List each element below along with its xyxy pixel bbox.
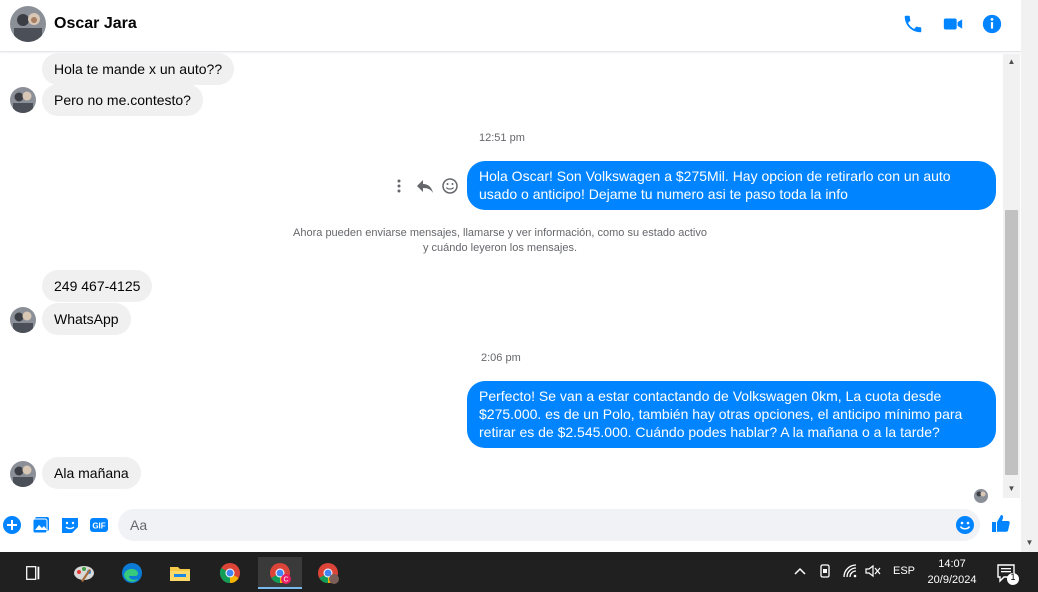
reply-icon[interactable] — [416, 177, 434, 195]
svg-text:GIF: GIF — [92, 522, 105, 531]
svg-text:C: C — [283, 577, 288, 584]
react-emoji-icon[interactable] — [441, 177, 459, 195]
volume-muted-icon[interactable] — [864, 563, 882, 579]
contact-name[interactable]: Oscar Jara — [54, 15, 137, 33]
emoji-icon[interactable] — [955, 515, 975, 535]
notification-count: 1 — [1010, 572, 1016, 582]
photo-icon[interactable] — [31, 515, 51, 535]
contact-avatar-small — [10, 307, 36, 333]
message-actions — [392, 176, 462, 196]
task-view-icon[interactable] — [16, 557, 50, 589]
scroll-up-icon[interactable]: ▲ — [1003, 55, 1020, 69]
info-icon[interactable] — [981, 13, 1003, 35]
message-composer: GIF Aa — [0, 505, 1021, 547]
message-timestamp: 12:51 pm — [479, 132, 525, 144]
page-scrollbar[interactable]: ▼ — [1021, 0, 1038, 552]
incoming-message[interactable]: WhatsApp — [42, 303, 131, 335]
page-scroll-down-icon[interactable]: ▼ — [1021, 536, 1038, 550]
chevron-up-icon[interactable] — [792, 563, 808, 579]
incoming-message[interactable]: 249 467-4125 — [42, 270, 153, 302]
video-call-icon[interactable] — [942, 13, 964, 35]
wifi-icon[interactable] — [842, 563, 858, 579]
system-notice-line: y cuándo leyeron los mensajes. — [422, 242, 578, 254]
incoming-message[interactable]: Hola te mande x un auto?? — [42, 53, 235, 85]
gif-icon[interactable]: GIF — [89, 515, 109, 535]
clock-time: 14:07 — [938, 558, 966, 570]
chrome-profile-icon[interactable]: C — [258, 557, 302, 589]
outgoing-message[interactable]: Perfecto! Se van a estar contactando de … — [467, 381, 996, 448]
plus-icon[interactable] — [2, 515, 22, 535]
outgoing-message[interactable]: Hola Oscar! Son Volkswagen a $275Mil. Ha… — [467, 161, 996, 210]
language-indicator[interactable]: ESP — [893, 565, 915, 577]
message-timestamp: 2:06 pm — [481, 352, 521, 364]
notifications-icon[interactable]: 1 — [996, 562, 1020, 586]
system-clock[interactable]: 14:07 20/9/2024 — [920, 556, 984, 588]
chat-header: Oscar Jara — [0, 0, 1021, 52]
contact-avatar-small — [10, 461, 36, 487]
system-notice: Ahora pueden enviarse mensajes, llamarse… — [275, 226, 725, 256]
contact-avatar[interactable] — [10, 6, 46, 42]
system-notice-line: Ahora pueden enviarse mensajes, llamarse… — [293, 227, 707, 239]
seen-avatar — [974, 489, 988, 503]
message-input[interactable]: Aa — [118, 509, 980, 541]
more-options-icon[interactable] — [396, 178, 402, 194]
contact-avatar-small — [10, 87, 36, 113]
thumbs-up-icon[interactable] — [991, 514, 1011, 534]
chrome-profile-2-icon[interactable] — [311, 557, 345, 589]
device-icon[interactable] — [817, 563, 833, 579]
sticker-icon[interactable] — [60, 515, 80, 535]
incoming-message[interactable]: Ala mañana — [42, 457, 141, 489]
chrome-icon[interactable] — [213, 557, 247, 589]
incoming-message[interactable]: Pero no me.contesto? — [42, 84, 203, 116]
edge-browser-icon[interactable] — [115, 557, 149, 589]
message-input-placeholder: Aa — [130, 517, 148, 533]
phone-icon[interactable] — [902, 13, 924, 35]
clock-date: 20/9/2024 — [927, 574, 977, 586]
scrollbar-thumb[interactable] — [1005, 210, 1018, 475]
scroll-down-icon[interactable]: ▼ — [1003, 482, 1020, 496]
file-explorer-icon[interactable] — [163, 557, 197, 589]
windows-taskbar: C ESP 14:07 20/9/2024 1 — [0, 552, 1038, 592]
paint-app-icon[interactable] — [67, 557, 101, 589]
